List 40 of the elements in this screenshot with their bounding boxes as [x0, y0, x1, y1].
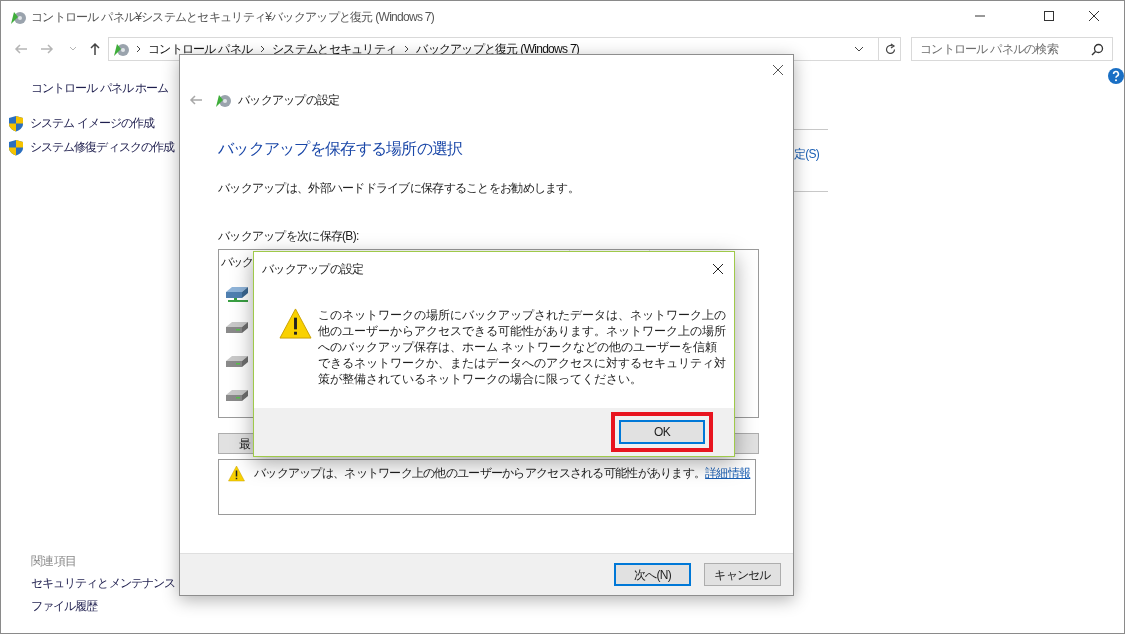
breadcrumb[interactable]: コントロール パネル — [148, 40, 253, 58]
caret-icon — [854, 45, 864, 53]
chevron-icon — [404, 45, 411, 53]
description-text: バックアップは、外部ハードドライブに保存することをお勧めします。 — [218, 180, 579, 197]
page-heading: バックアップを保存する場所の選択 — [218, 139, 463, 159]
dialog-title: バックアップの設定 — [238, 92, 340, 109]
sidebar-link[interactable]: ファイル履歴 — [31, 598, 98, 616]
search-field[interactable]: コントロール パネルの検索 — [911, 37, 1113, 61]
network-drive-icon — [224, 286, 250, 304]
refresh-icon — [878, 38, 897, 60]
sidebar-link[interactable]: システム イメージの作成 — [30, 115, 155, 133]
warning-icon — [228, 465, 245, 482]
drive-icon — [224, 320, 250, 336]
shield-icon — [8, 115, 24, 133]
dialog-button[interactable]: キャンセル — [704, 563, 781, 586]
close-icon — [1088, 10, 1100, 22]
warning-icon — [279, 307, 312, 340]
section-heading: 関連項目 — [31, 553, 77, 570]
settings-link[interactable]: 定(S) — [794, 145, 820, 163]
column-header: バック — [221, 255, 252, 269]
caret-icon — [69, 45, 77, 53]
shield-icon — [8, 139, 24, 157]
search-icon — [1091, 42, 1104, 56]
close-button[interactable] — [770, 62, 786, 78]
chevron-icon — [260, 45, 267, 53]
ok-button[interactable]: OK — [619, 420, 705, 444]
drive-icon — [224, 354, 250, 370]
sidebar-link[interactable]: セキュリティとメンテナンス — [31, 575, 176, 593]
dialog-button[interactable]: 次へ(N) — [614, 563, 691, 586]
message-title: バックアップの設定 — [262, 260, 364, 278]
sidebar-link[interactable]: コントロール パネル ホーム — [31, 80, 169, 98]
details-link[interactable]: 詳細情報 — [705, 466, 751, 480]
drive-icon — [224, 388, 250, 404]
maximize-icon — [1043, 10, 1055, 22]
chevron-icon — [136, 45, 142, 53]
message-text: このネットワークの場所にバックアップされたデータは、ネットワーク上の他のユーザーからアクセスできる可能性があります。ネットワーク上の場所へのバックアップ保存は、ホーム ネットワークなどの他のユーザーを信頼できるネットワークか、またはデータへのアクセスに対するセキュリティ対策が整備されているネットワークの場合に限ってください。 — [318, 308, 727, 387]
list-label: バックアップを次に保存(B): — [218, 228, 359, 245]
sidebar-link[interactable]: システム修復ディスクの作成 — [30, 139, 175, 157]
window-title: コントロール パネル¥システムとセキュリティ¥バックアップと復元 (Windows 7) — [31, 9, 435, 26]
warning-text: バックアップは、ネットワーク上の他のユーザーからアクセスされる可能性があります。詳細情報 — [254, 465, 751, 482]
